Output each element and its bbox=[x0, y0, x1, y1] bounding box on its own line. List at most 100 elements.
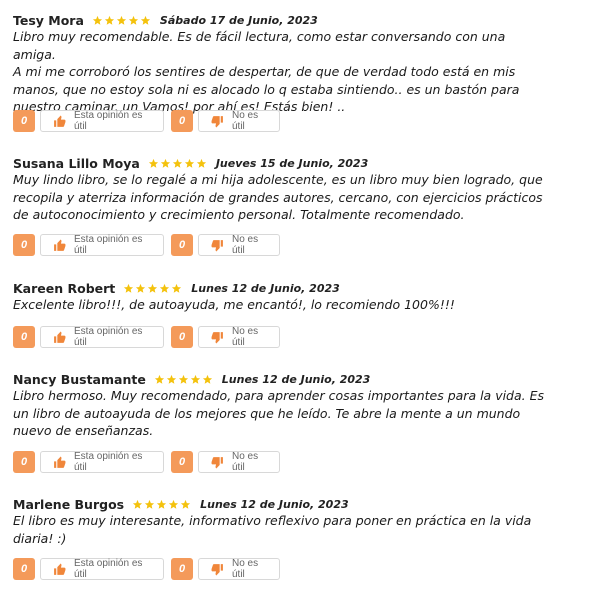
useful-button[interactable]: Esta opinión es útil bbox=[40, 326, 164, 348]
thumbs-up-icon bbox=[54, 456, 66, 468]
not-useful-button[interactable]: No es útil bbox=[198, 451, 280, 473]
review-text-line: manos, que no estoy sola ni es alocado l… bbox=[13, 81, 520, 97]
not-useful-button[interactable]: No es útil bbox=[198, 110, 280, 132]
review-date: Lunes 12 de Junio, 2023 bbox=[221, 372, 371, 386]
useful-button[interactable]: Esta opinión es útil bbox=[40, 234, 164, 256]
star-icon bbox=[157, 499, 167, 509]
vote-bar: 0 Esta opinión es útil 0 No es útil bbox=[13, 234, 280, 256]
useful-count-badge: 0 bbox=[13, 558, 35, 580]
star-icon bbox=[148, 283, 158, 293]
review-date: Sábado 17 de Junio, 2023 bbox=[159, 13, 318, 27]
star-icon bbox=[190, 374, 200, 384]
vote-bar: 0 Esta opinión es útil 0 No es útil bbox=[13, 558, 280, 580]
star-icon bbox=[172, 158, 182, 168]
review-text: El libro es muy interesante, informativo… bbox=[13, 512, 548, 547]
review-date: Lunes 12 de Junio, 2023 bbox=[200, 497, 349, 511]
review-text-line: Muy lindo libro, se lo regalé a mi hija … bbox=[13, 172, 543, 187]
reviewer-name: Marlene Burgos bbox=[13, 496, 125, 512]
thumbs-up-icon bbox=[54, 331, 66, 343]
not-useful-count-badge: 0 bbox=[171, 558, 193, 580]
thumbs-down-icon bbox=[211, 456, 223, 468]
useful-button-label: Esta opinión es útil bbox=[74, 234, 143, 256]
star-icon bbox=[202, 374, 212, 384]
star-icon bbox=[184, 158, 194, 168]
star-icon bbox=[145, 499, 155, 509]
useful-button[interactable]: Esta opinión es útil bbox=[40, 451, 164, 473]
useful-button-label: Esta opinión es útil bbox=[74, 451, 143, 473]
star-icon bbox=[148, 158, 158, 168]
useful-button[interactable]: Esta opinión es útil bbox=[40, 558, 164, 580]
review-text-line: de autoconocimiento y crecimiento person… bbox=[13, 207, 465, 222]
star-icon bbox=[169, 499, 179, 509]
star-icon bbox=[133, 499, 143, 509]
not-useful-count-badge: 0 bbox=[171, 110, 193, 132]
not-useful-button-label: No es útil bbox=[232, 234, 259, 256]
star-icon bbox=[124, 283, 134, 293]
not-useful-button-label: No es útil bbox=[232, 558, 259, 580]
not-useful-button-label: No es útil bbox=[232, 110, 259, 132]
reviewer-name: Kareen Robert bbox=[13, 280, 116, 296]
thumbs-down-icon bbox=[211, 331, 223, 343]
review-text-line: El libro es muy interesante, informativo… bbox=[13, 513, 532, 528]
vote-bar: 0 Esta opinión es útil 0 No es útil bbox=[13, 451, 280, 473]
star-icon bbox=[172, 283, 182, 293]
star-rating bbox=[92, 15, 152, 26]
thumbs-down-icon bbox=[211, 563, 223, 575]
reviewer-name: Tesy Mora bbox=[13, 12, 84, 28]
star-rating bbox=[154, 374, 214, 385]
not-useful-button-label: No es útil bbox=[232, 326, 259, 348]
star-icon bbox=[140, 15, 151, 25]
thumbs-up-icon bbox=[54, 563, 66, 575]
review-text-line: Excelente libro!!!, de autoayuda, me enc… bbox=[13, 297, 455, 312]
not-useful-button-label: No es útil bbox=[232, 451, 259, 473]
review-text-line: diaria! :) bbox=[13, 530, 67, 546]
review-text-line: A mi me corroboró los sentires de desper… bbox=[13, 64, 516, 79]
star-icon bbox=[166, 374, 176, 384]
star-icon bbox=[104, 15, 115, 25]
review-text: Libro muy recomendable. Es de fácil lect… bbox=[13, 28, 548, 116]
review-text-line: un libro de autoayuda de los mejores que… bbox=[13, 405, 521, 421]
review-text: Muy lindo libro, se lo regalé a mi hija … bbox=[13, 171, 548, 224]
useful-button-label: Esta opinión es útil bbox=[74, 110, 143, 132]
review-header: Susana Lillo Moya Jueves 15 de Junio, 20… bbox=[13, 153, 368, 173]
not-useful-button[interactable]: No es útil bbox=[198, 558, 280, 580]
star-icon bbox=[181, 499, 191, 509]
star-icon bbox=[116, 15, 127, 25]
not-useful-count-badge: 0 bbox=[171, 234, 193, 256]
vote-bar: 0 Esta opinión es útil 0 No es útil bbox=[13, 326, 280, 348]
review-header: Kareen Robert Lunes 12 de Junio, 2023 bbox=[13, 278, 340, 298]
star-icon bbox=[128, 15, 139, 25]
useful-button[interactable]: Esta opinión es útil bbox=[40, 110, 164, 132]
not-useful-button[interactable]: No es útil bbox=[198, 234, 280, 256]
not-useful-button[interactable]: No es útil bbox=[198, 326, 280, 348]
review-text: Libro hermoso. Muy recomendado, para apr… bbox=[13, 387, 548, 440]
review-header: Marlene Burgos Lunes 12 de Junio, 2023 bbox=[13, 494, 349, 514]
useful-count-badge: 0 bbox=[13, 326, 35, 348]
useful-count-badge: 0 bbox=[13, 451, 35, 473]
review-text: Excelente libro!!!, de autoayuda, me enc… bbox=[13, 296, 548, 314]
star-icon bbox=[92, 15, 103, 25]
useful-count-badge: 0 bbox=[13, 110, 35, 132]
useful-button-label: Esta opinión es útil bbox=[74, 326, 143, 348]
star-icon bbox=[160, 283, 170, 293]
review-header: Tesy Mora Sábado 17 de Junio, 2023 bbox=[13, 10, 318, 30]
review-date: Lunes 12 de Junio, 2023 bbox=[191, 281, 340, 295]
review-date: Jueves 15 de Junio, 2023 bbox=[215, 156, 369, 170]
review-text-line: nuevo de enseñanzas. bbox=[13, 423, 154, 438]
review-text-line: Libro muy recomendable. Es de fácil lect… bbox=[13, 29, 506, 62]
star-icon bbox=[196, 158, 206, 168]
star-icon bbox=[154, 374, 164, 384]
thumbs-up-icon bbox=[54, 115, 66, 127]
thumbs-down-icon bbox=[211, 239, 223, 251]
review-text-line: recopila y aterriza información de grand… bbox=[13, 189, 543, 205]
star-icon bbox=[160, 158, 170, 168]
review-text-line: Libro hermoso. Muy recomendado, para apr… bbox=[13, 388, 545, 403]
star-rating bbox=[123, 283, 183, 294]
review-header: Nancy Bustamante Lunes 12 de Junio, 2023 bbox=[13, 369, 370, 389]
not-useful-count-badge: 0 bbox=[171, 326, 193, 348]
vote-bar: 0 Esta opinión es útil 0 No es útil bbox=[13, 110, 280, 132]
useful-count-badge: 0 bbox=[13, 234, 35, 256]
star-icon bbox=[136, 283, 146, 293]
reviewer-name: Susana Lillo Moya bbox=[13, 155, 140, 171]
star-rating bbox=[148, 158, 208, 169]
